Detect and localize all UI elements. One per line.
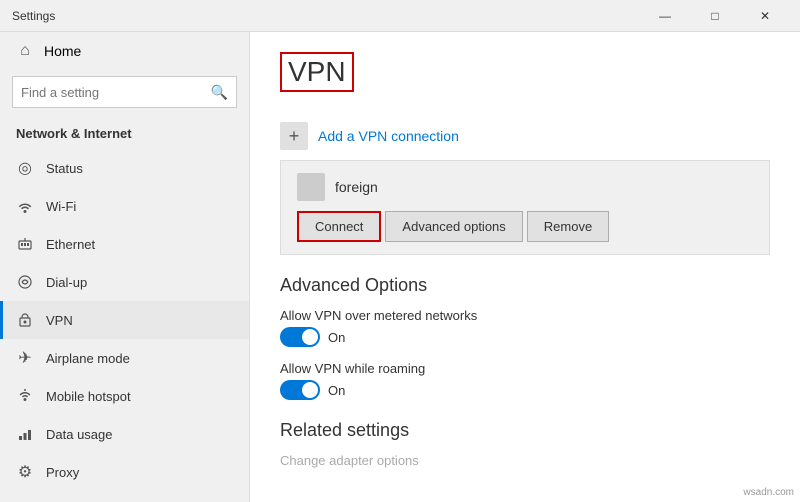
status-icon: ◎ — [16, 159, 34, 177]
metered-toggle-container: On — [280, 327, 770, 347]
home-label: Home — [44, 43, 81, 59]
roaming-label: Allow VPN while roaming — [280, 361, 770, 376]
sidebar-item-label: Data usage — [46, 427, 113, 442]
sidebar: ⌂ Home 🔍 Network & Internet ◎ Status Wi-… — [0, 32, 250, 502]
change-adapter-link[interactable]: Change adapter options — [280, 453, 770, 468]
ethernet-icon — [16, 235, 34, 253]
main-content: VPN + Add a VPN connection foreign Conne… — [250, 32, 800, 502]
add-vpn-button[interactable]: + Add a VPN connection — [280, 112, 770, 160]
search-input[interactable] — [21, 85, 211, 100]
sidebar-item-wifi[interactable]: Wi-Fi — [0, 187, 249, 225]
sidebar-item-hotspot[interactable]: Mobile hotspot — [0, 377, 249, 415]
metered-networks-label: Allow VPN over metered networks — [280, 308, 770, 323]
close-button[interactable]: ✕ — [742, 0, 788, 32]
sidebar-item-label: Dial-up — [46, 275, 87, 290]
vpn-connection-item: foreign Connect Advanced options Remove — [280, 160, 770, 255]
sidebar-item-label: Proxy — [46, 465, 79, 480]
roaming-toggle[interactable] — [280, 380, 320, 400]
sidebar-item-ethernet[interactable]: Ethernet — [0, 225, 249, 263]
watermark: wsadn.com — [743, 487, 794, 498]
app-container: ⌂ Home 🔍 Network & Internet ◎ Status Wi-… — [0, 32, 800, 502]
title-bar: Settings — □ ✕ — [0, 0, 800, 32]
hotspot-icon — [16, 387, 34, 405]
wifi-icon — [16, 197, 34, 215]
vpn-connection-icon — [297, 173, 325, 201]
sidebar-section-title: Network & Internet — [0, 118, 249, 149]
vpn-connection-name: foreign — [335, 179, 378, 195]
home-icon: ⌂ — [16, 42, 34, 60]
sidebar-item-label: Mobile hotspot — [46, 389, 131, 404]
sidebar-item-proxy[interactable]: ⚙ Proxy — [0, 453, 249, 491]
metered-toggle-text: On — [328, 330, 345, 345]
related-settings-heading: Related settings — [280, 420, 770, 441]
window-controls: — □ ✕ — [642, 0, 788, 32]
advanced-options-heading: Advanced Options — [280, 275, 770, 296]
remove-button[interactable]: Remove — [527, 211, 609, 242]
data-icon — [16, 425, 34, 443]
vpn-icon — [16, 311, 34, 329]
sidebar-item-label: Airplane mode — [46, 351, 130, 366]
add-icon: + — [280, 122, 308, 150]
search-icon: 🔍 — [211, 84, 228, 101]
sidebar-item-status[interactable]: ◎ Status — [0, 149, 249, 187]
metered-toggle[interactable] — [280, 327, 320, 347]
page-title: VPN — [280, 52, 354, 92]
app-title: Settings — [12, 9, 55, 23]
advanced-options-button[interactable]: Advanced options — [385, 211, 522, 242]
sidebar-item-label: Ethernet — [46, 237, 95, 252]
airplane-icon: ✈ — [16, 349, 34, 367]
vpn-item-header: foreign — [297, 173, 753, 201]
sidebar-item-airplane[interactable]: ✈ Airplane mode — [0, 339, 249, 377]
sidebar-item-label: VPN — [46, 313, 73, 328]
roaming-row: Allow VPN while roaming On — [280, 361, 770, 400]
dialup-icon — [16, 273, 34, 291]
sidebar-item-label: Status — [46, 161, 83, 176]
sidebar-item-home[interactable]: ⌂ Home — [0, 32, 249, 70]
vpn-action-buttons: Connect Advanced options Remove — [297, 211, 753, 242]
proxy-icon: ⚙ — [16, 463, 34, 481]
maximize-button[interactable]: □ — [692, 0, 738, 32]
search-box[interactable]: 🔍 — [12, 76, 237, 108]
metered-networks-row: Allow VPN over metered networks On — [280, 308, 770, 347]
roaming-toggle-container: On — [280, 380, 770, 400]
sidebar-item-dialup[interactable]: Dial-up — [0, 263, 249, 301]
minimize-button[interactable]: — — [642, 0, 688, 32]
sidebar-item-vpn[interactable]: VPN — [0, 301, 249, 339]
add-vpn-label: Add a VPN connection — [318, 128, 459, 144]
connect-button[interactable]: Connect — [297, 211, 381, 242]
sidebar-item-data[interactable]: Data usage — [0, 415, 249, 453]
roaming-toggle-text: On — [328, 383, 345, 398]
sidebar-item-label: Wi-Fi — [46, 199, 76, 214]
